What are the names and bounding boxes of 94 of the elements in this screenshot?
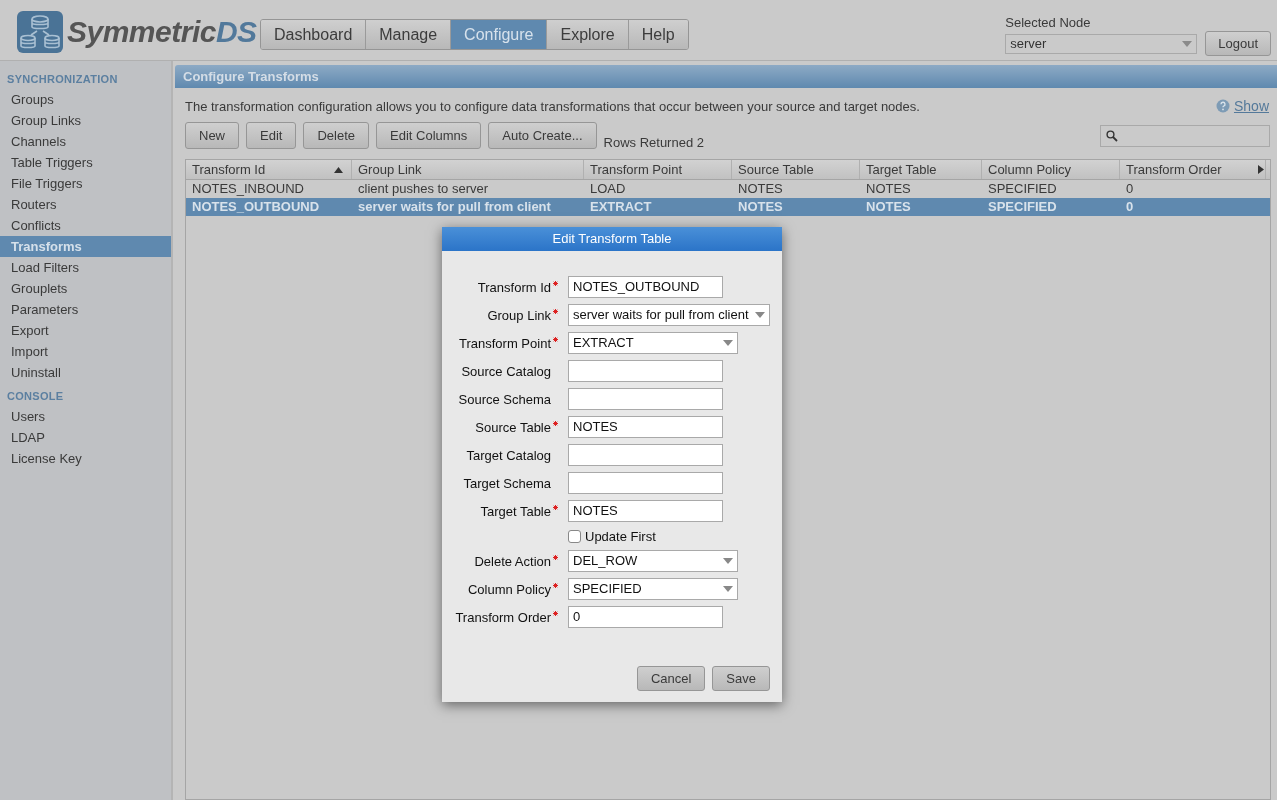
sidebar-item[interactable]: Uninstall	[0, 362, 171, 383]
field-label: Target Catalog	[466, 447, 551, 463]
dropdown-field[interactable]: EXTRACT	[568, 332, 738, 354]
column-header[interactable]: Transform Point	[584, 160, 732, 179]
sidebar-item[interactable]: Import	[0, 341, 171, 362]
search-icon	[1106, 129, 1118, 142]
nav-tab[interactable]: Help	[628, 20, 688, 49]
dropdown-field[interactable]: DEL_ROW	[568, 550, 738, 572]
toolbar-button[interactable]: Delete	[303, 122, 369, 149]
sidebar-item[interactable]: Group Links	[0, 110, 171, 131]
column-header[interactable]: Target Table	[860, 160, 982, 179]
rows-returned-text: Rows Returned 2	[603, 135, 704, 150]
selected-node-label: Selected Node	[1005, 15, 1092, 30]
dialog-title: Edit Transform Table	[442, 227, 782, 251]
table-cell-text: 0	[1125, 198, 1135, 216]
field-label: Source Catalog	[461, 363, 551, 379]
field-label: Column Policy	[467, 581, 551, 597]
checkbox-label: Update First	[585, 528, 656, 544]
field-label: Source Schema	[458, 391, 551, 407]
nav-tab[interactable]: Manage	[366, 20, 452, 49]
sidebar-item[interactable]: License Key	[0, 448, 171, 469]
toolbar-button[interactable]: Auto Create...	[488, 122, 597, 149]
checkbox[interactable]	[568, 529, 581, 543]
sidebar-item[interactable]: Groups	[0, 89, 171, 110]
toolbar-button[interactable]: New	[185, 122, 239, 149]
table-cell-text: EXTRACT	[589, 198, 653, 216]
sidebar-item[interactable]: Parameters	[0, 299, 171, 320]
table-cell-text: SPECIFIED	[987, 198, 1058, 216]
table-cell-text: NOTES	[737, 198, 784, 216]
field-label: Target Table	[480, 503, 551, 519]
input-field[interactable]: NOTES	[568, 416, 723, 438]
dropdown-icon	[1182, 40, 1193, 47]
table-cell-text: LOAD	[589, 180, 627, 198]
search-field[interactable]	[1100, 124, 1270, 147]
field-label: Transform Order	[455, 609, 551, 625]
sidebar-item[interactable]: Export	[0, 320, 171, 341]
sidebar-item[interactable]: Conflicts	[0, 215, 171, 236]
logout-button[interactable]: Logout	[1205, 31, 1271, 56]
sidebar-item[interactable]: Routers	[0, 194, 171, 215]
input-field[interactable]: 0	[568, 606, 723, 628]
table-cell-text: NOTES	[865, 198, 912, 216]
sidebar-item[interactable]: LDAP	[0, 427, 171, 448]
input-field[interactable]	[568, 472, 723, 494]
node-select[interactable]: server	[1005, 33, 1198, 54]
table-cell-text: NOTES	[737, 180, 784, 198]
sidebar-item[interactable]: Users	[0, 406, 171, 427]
table-cell-text: 0	[1125, 180, 1135, 198]
field-label: Delete Action	[474, 553, 551, 569]
table-cell-text: NOTES_OUTBOUND	[191, 198, 321, 216]
sidebar-section-title: CONSOLE	[6, 389, 65, 403]
table-cell-text: SPECIFIED	[987, 180, 1058, 198]
column-header[interactable]: Source Table	[732, 160, 860, 179]
input-field[interactable]	[568, 444, 723, 466]
toolbar-button[interactable]: Edit	[246, 122, 297, 149]
dropdown-icon	[723, 340, 733, 346]
sidebar-item[interactable]: File Triggers	[0, 173, 171, 194]
panel-title-bar: Configure Transforms	[175, 65, 1277, 88]
sidebar-section-title: SYNCHRONIZATION	[6, 72, 119, 86]
sidebar-item[interactable]: Grouplets	[0, 278, 171, 299]
field-label: Source Table	[475, 419, 551, 435]
nav-tab[interactable]: Dashboard	[261, 20, 367, 49]
dialog-button[interactable]: Save	[712, 666, 770, 691]
description-text: The transformation configuration allows you to configure data transformations that occur between your source and target nodes.	[185, 98, 920, 114]
table-cell-text: server waits for pull from client	[357, 198, 552, 216]
sidebar-item[interactable]: Channels	[0, 131, 171, 152]
field-label: Target Schema	[463, 475, 551, 491]
dropdown-field[interactable]: server waits for pull from client	[568, 304, 770, 326]
field-label: Transform Point	[459, 335, 551, 351]
toolbar-button[interactable]: Edit Columns	[376, 122, 482, 149]
input-field[interactable]: NOTES	[568, 500, 723, 522]
logo-wordmark: SymmetricDS	[67, 15, 257, 49]
field-label: Group Link	[487, 307, 551, 323]
sidebar-item[interactable]: Table Triggers	[0, 152, 171, 173]
table-row[interactable]: NOTES_INBOUND client pushes to server LOAD NOTES NOTES SPECIFIED 0	[186, 180, 1270, 198]
table-cell-text: NOTES_INBOUND	[191, 180, 305, 198]
dialog-button[interactable]: Cancel	[636, 666, 706, 691]
column-header[interactable]: Transform Id	[186, 160, 352, 179]
sidebar-item[interactable]: Load Filters	[0, 257, 171, 278]
column-header[interactable]: Group Link	[352, 160, 584, 179]
column-header[interactable]: Column Policy	[982, 160, 1120, 179]
dropdown-field[interactable]: SPECIFIED	[568, 578, 738, 600]
dropdown-icon	[723, 586, 733, 592]
dropdown-icon	[755, 312, 765, 318]
nav-tab[interactable]: Explore	[547, 20, 629, 49]
table-cell-text: client pushes to server	[357, 180, 490, 198]
logo-icon	[17, 11, 63, 53]
column-scroll-icon[interactable]	[1258, 165, 1264, 174]
field-label: Transform Id	[477, 279, 551, 295]
input-field[interactable]: NOTES_OUTBOUND	[568, 276, 723, 298]
input-field[interactable]	[568, 360, 723, 382]
table-cell-text: NOTES	[865, 180, 912, 198]
help-icon	[1215, 99, 1230, 113]
dropdown-icon	[723, 558, 733, 564]
input-field[interactable]	[568, 388, 723, 410]
